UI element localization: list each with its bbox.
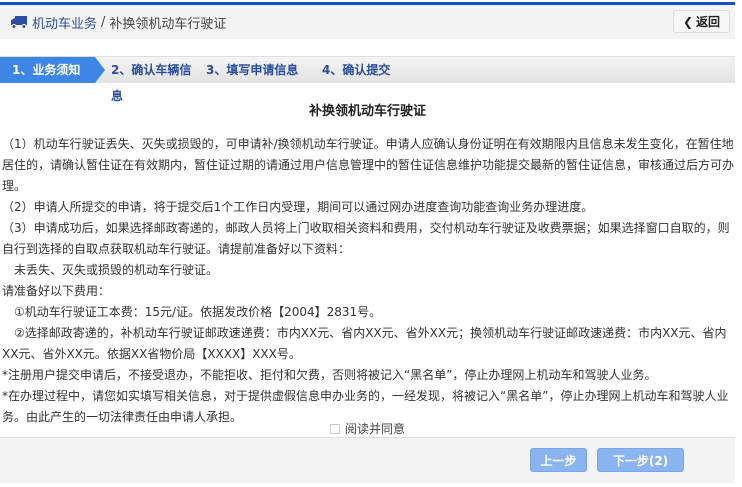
step-1: 1、业务须知: [0, 57, 105, 83]
step-3: 3、填写申请信息: [206, 63, 299, 77]
notice-paragraph: ①机动车行驶证工本费：15元/证。依据发改价格【2004】2831号。: [2, 305, 382, 319]
notice-paragraph: ②选择邮政寄递的，补机动车行驶证邮政速递费：市内XX元、省内XX元、省外XX元；…: [2, 326, 727, 361]
step-2: 2、确认车辆信息: [111, 63, 192, 103]
notice-paragraph: *注册用户提交申请后，不接受退办，不能拒收、拒付和欠费，否则将被记入“黑名单”，…: [2, 368, 657, 382]
notice-paragraph: （2）申请人所提交的申请，将于提交后1个工作日内受理，期间可以通过网办进度查询功…: [2, 200, 594, 214]
header-bar: 机动车业务 / 补换领机动车行驶证 ❮ 返回: [0, 5, 735, 39]
breadcrumb-current: 补换领机动车行驶证: [109, 16, 227, 32]
chevron-left-icon: ❮: [682, 14, 694, 29]
back-button[interactable]: ❮ 返回: [673, 10, 730, 33]
notice-paragraph: （3）申请成功后，如果选择邮政寄递的，邮政人员将上门收取相关资料和费用，交付机动…: [2, 221, 730, 256]
breadcrumb-separator: /: [101, 14, 106, 30]
notice-paragraph: （1）机动车行驶证丢失、灭失或损毁的，可申请补/换领机动车行驶证。申请人应确认身…: [2, 137, 735, 193]
page-title: 补换领机动车行驶证: [308, 104, 426, 119]
agree-label: 阅读并同意: [344, 422, 405, 436]
step-4: 4、确认提交: [322, 63, 391, 77]
notice-paragraph: 未丢失、灭失或损毁的机动车行驶证。: [2, 263, 219, 277]
next-button[interactable]: 下一步(2): [597, 448, 684, 472]
agree-checkbox-row[interactable]: 阅读并同意: [0, 420, 735, 437]
agree-checkbox[interactable]: [329, 423, 340, 434]
step-progress: 1、业务须知 2、确认车辆信息 3、填写申请信息 4、确认提交: [0, 56, 735, 103]
notice-paragraph: 请准备好以下费用：: [2, 284, 111, 298]
breadcrumb-section[interactable]: 机动车业务: [32, 13, 97, 32]
footer-bar: 上一步 下一步(2): [0, 437, 735, 483]
back-label: 返回: [696, 15, 721, 29]
prev-button[interactable]: 上一步: [530, 448, 587, 472]
truck-icon: [10, 15, 28, 29]
notice-content: （1）机动车行驶证丢失、灭失或损毁的，可申请补/换领机动车行驶证。申请人应确认身…: [2, 134, 734, 428]
